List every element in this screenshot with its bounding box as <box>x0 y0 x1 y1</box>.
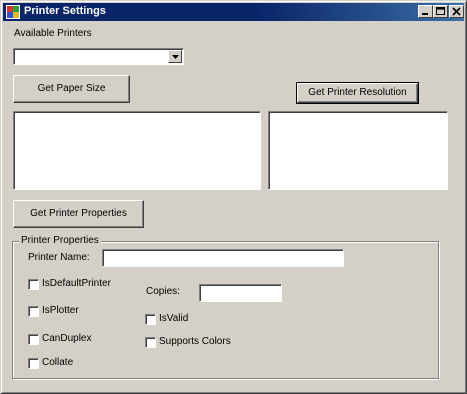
printer-name-label: Printer Name: <box>28 252 90 263</box>
maximize-icon <box>436 7 445 15</box>
can-duplex-label: CanDuplex <box>42 333 92 344</box>
dropdown-arrow-button[interactable] <box>168 50 182 63</box>
supports-colors-label: Supports Colors <box>159 336 231 347</box>
can-duplex-checkbox[interactable] <box>28 334 39 345</box>
get-paper-size-button[interactable]: Get Paper Size <box>13 75 130 103</box>
is-valid-checkbox[interactable] <box>145 314 156 325</box>
collate-checkbox[interactable] <box>28 358 39 369</box>
minimize-button[interactable] <box>418 5 433 18</box>
printer-name-field[interactable] <box>102 249 344 267</box>
printer-properties-group-title: Printer Properties <box>19 235 101 246</box>
printer-app-icon[interactable] <box>6 5 20 19</box>
printers-dropdown[interactable] <box>13 48 184 65</box>
minimize-icon <box>422 13 428 15</box>
available-printers-label: Available Printers <box>14 28 92 39</box>
close-button[interactable] <box>449 5 464 18</box>
get-paper-size-label: Get Paper Size <box>37 83 106 94</box>
get-printer-properties-label: Get Printer Properties <box>30 208 127 219</box>
is-valid-label: IsValid <box>159 313 189 324</box>
paper-size-list[interactable] <box>13 111 261 190</box>
window-title: Printer Settings <box>24 5 106 17</box>
get-printer-properties-button[interactable]: Get Printer Properties <box>13 200 144 228</box>
is-plotter-checkbox[interactable] <box>28 306 39 317</box>
is-default-printer-label: IsDefaultPrinter <box>42 278 111 289</box>
get-printer-resolution-label: Get Printer Resolution <box>308 87 407 98</box>
copies-label: Copies: <box>146 286 180 297</box>
chevron-down-icon <box>172 55 179 59</box>
copies-field[interactable] <box>199 284 282 302</box>
is-default-printer-checkbox[interactable] <box>28 279 39 290</box>
is-plotter-label: IsPlotter <box>42 305 79 316</box>
supports-colors-checkbox[interactable] <box>145 337 156 348</box>
title-bar[interactable]: Printer Settings <box>3 3 464 21</box>
get-printer-resolution-button[interactable]: Get Printer Resolution <box>296 82 419 104</box>
close-icon <box>452 7 461 16</box>
maximize-button[interactable] <box>433 5 448 18</box>
printer-settings-window: Printer Settings Available Printers Get … <box>0 0 467 394</box>
collate-label: Collate <box>42 357 74 368</box>
printer-resolution-list[interactable] <box>268 111 448 190</box>
